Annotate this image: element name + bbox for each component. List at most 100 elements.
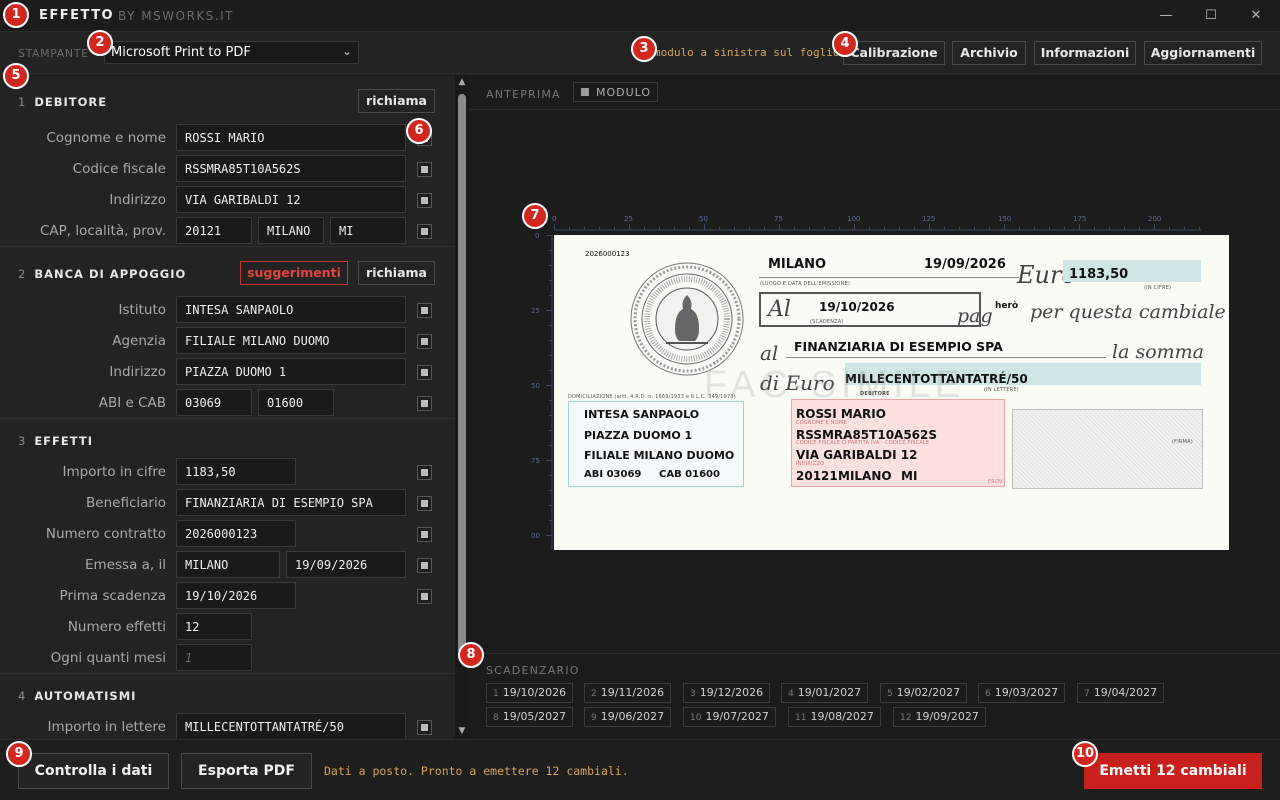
ruler-h-label: 25: [624, 215, 633, 223]
ogni-mesi-label: Ogni quanti mesi: [50, 650, 166, 666]
banca-indirizzo-field[interactable]: PIAZZA DUOMO 1: [176, 358, 406, 385]
indirizzo-field[interactable]: VIA GARIBALDI 12: [176, 186, 406, 213]
cap-localita-label: CAP, località, prov.: [39, 223, 166, 239]
printer-label: STAMPANTE: [18, 47, 89, 60]
modulo-position-info: modulo a sinistra sul foglio: [654, 46, 840, 59]
contratto-print-checkbox[interactable]: [417, 527, 432, 542]
provincia-field[interactable]: MI: [330, 217, 406, 244]
status-message: Dati a posto. Pronto a emettere 12 cambi…: [324, 764, 629, 778]
emessa-print-checkbox[interactable]: [417, 558, 432, 573]
form-scrollbar[interactable]: ▲ ▼: [455, 75, 469, 739]
importo-field[interactable]: 1183,50: [176, 458, 296, 485]
scadenza-chip[interactable]: 4 19/01/2027: [781, 683, 869, 703]
controlla-dati-button[interactable]: Controlla i dati: [18, 753, 169, 789]
emessa-data-field[interactable]: 19/09/2026: [286, 551, 406, 578]
app-byline: BY MSWORKS.IT: [118, 9, 235, 23]
contratto-field[interactable]: 2026000123: [176, 520, 296, 547]
minimize-button[interactable]: —: [1154, 4, 1178, 28]
emetti-cambiali-button[interactable]: Emetti 12 cambiali: [1084, 753, 1262, 789]
abi-field[interactable]: 03069: [176, 389, 252, 416]
cheque-debtor-cap: 20121: [796, 469, 838, 483]
cap-field[interactable]: 20121: [176, 217, 252, 244]
cambiale-preview: 2026000123 MILANO 19/09/2026 (LUOGO E DA…: [554, 235, 1229, 550]
lettere-print-checkbox[interactable]: [417, 720, 432, 735]
contratto-label: Numero contratto: [45, 526, 166, 542]
debitore-richiama-button[interactable]: richiama: [358, 89, 435, 113]
agenzia-label: Agenzia: [112, 333, 166, 349]
calibrazione-button[interactable]: Calibrazione: [843, 41, 945, 65]
callout-badge: 3: [631, 36, 657, 62]
scrollbar-thumb[interactable]: [458, 94, 466, 654]
archivio-button[interactable]: Archivio: [952, 41, 1026, 65]
al-beneficiario-script: al: [760, 341, 779, 365]
callout-badge: 8: [458, 642, 484, 668]
scadenza-chip[interactable]: 6 19/03/2027: [978, 683, 1066, 703]
domiciliazione-caption: DOMICILIAZIONE (artt. 4 R.D. n. 1669/193…: [568, 394, 736, 400]
pag-script: pag: [957, 305, 993, 327]
scadenza-chip[interactable]: 5 19/02/2027: [880, 683, 968, 703]
scadenza-chip[interactable]: 12 19/09/2027: [893, 707, 986, 727]
beneficiario-print-checkbox[interactable]: [417, 496, 432, 511]
istituto-label: Istituto: [118, 302, 166, 318]
ogni-mesi-field[interactable]: 1: [176, 644, 252, 671]
importo-lettere-label: Importo in lettere: [47, 719, 166, 735]
banca-indirizzo-label: Indirizzo: [109, 364, 166, 380]
scadenza-print-checkbox[interactable]: [417, 589, 432, 604]
scadenza-chip[interactable]: 3 19/12/2026: [683, 683, 771, 703]
cognome-label: Cognome e nome: [46, 130, 166, 146]
esporta-pdf-button[interactable]: Esporta PDF: [181, 753, 312, 789]
numero-effetti-field[interactable]: 12: [176, 613, 252, 640]
scroll-down-icon[interactable]: ▼: [455, 726, 469, 736]
scadenza-chip[interactable]: 9 19/06/2027: [584, 707, 672, 727]
importo-lettere-field[interactable]: MILLECENTOTTANTATRÉ/50: [176, 713, 406, 739]
luogo-data-caption: (LUOGO E DATA DELL'EMISSIONE): [760, 281, 851, 287]
cheque-bank-branch: FILIALE MILANO DUOMO: [584, 449, 735, 462]
scadenzario-divider: [469, 653, 1280, 654]
printer-select[interactable]: Microsoft Print to PDF ⌄: [104, 41, 359, 64]
aggiornamenti-button[interactable]: Aggiornamenti: [1144, 41, 1262, 65]
cap-print-checkbox[interactable]: [417, 224, 432, 239]
importo-print-checkbox[interactable]: [417, 465, 432, 480]
cheque-debtor-name: ROSSI MARIO: [796, 407, 886, 421]
cheque-due-date: 19/10/2026: [819, 300, 895, 314]
cheque-beneficiary: FINANZIARIA DI ESEMPIO SPA: [794, 339, 1003, 354]
istituto-print-checkbox[interactable]: [417, 303, 432, 318]
modulo-toggle[interactable]: MODULO: [573, 82, 659, 102]
seal-emblem-icon: [630, 262, 744, 376]
cf-print-checkbox[interactable]: [417, 162, 432, 177]
scroll-up-icon[interactable]: ▲: [455, 77, 469, 87]
agenzia-print-checkbox[interactable]: [417, 334, 432, 349]
banca-richiama-button[interactable]: richiama: [358, 261, 435, 285]
callout-badge: 4: [832, 31, 858, 57]
emessa-label: Emessa a, il: [85, 557, 166, 573]
maximize-button[interactable]: ☐: [1199, 4, 1223, 28]
agenzia-field[interactable]: FILIALE MILANO DUOMO: [176, 327, 406, 354]
banca-indirizzo-print-checkbox[interactable]: [417, 365, 432, 380]
debitore-caption: DEBITORE: [860, 391, 890, 397]
section-divider: [0, 246, 455, 247]
suggerimenti-button[interactable]: suggerimenti: [240, 261, 348, 285]
scadenza-chip[interactable]: 7 19/04/2027: [1077, 683, 1165, 703]
scadenza-chip[interactable]: 1 19/10/2026: [486, 683, 574, 703]
informazioni-button[interactable]: Informazioni: [1034, 41, 1136, 65]
numero-effetti-label: Numero effetti: [67, 619, 166, 635]
abi-cab-print-checkbox[interactable]: [417, 396, 432, 411]
scadenza-chip[interactable]: 10 19/07/2027: [683, 707, 776, 727]
codice-fiscale-field[interactable]: RSSMRA85T10A562S: [176, 155, 406, 182]
abi-cab-label: ABI e CAB: [98, 395, 166, 411]
localita-field[interactable]: MILANO: [258, 217, 324, 244]
cheque-bank-name: INTESA SANPAOLO: [584, 408, 700, 421]
cab-field[interactable]: 01600: [258, 389, 334, 416]
scadenza-chip[interactable]: 11 19/08/2027: [788, 707, 881, 727]
cognome-field[interactable]: ROSSI MARIO: [176, 124, 406, 151]
beneficiario-field[interactable]: FINANZIARIA DI ESEMPIO SPA: [176, 489, 406, 516]
indirizzo-print-checkbox[interactable]: [417, 193, 432, 208]
emessa-luogo-field[interactable]: MILANO: [176, 551, 280, 578]
cheque-contract-number: 2026000123: [585, 250, 630, 258]
beneficiario-label: Beneficiario: [86, 495, 166, 511]
scadenza-chip[interactable]: 8 19/05/2027: [486, 707, 574, 727]
istituto-field[interactable]: INTESA SANPAOLO: [176, 296, 406, 323]
scadenza-chip[interactable]: 2 19/11/2026: [584, 683, 672, 703]
prima-scadenza-field[interactable]: 19/10/2026: [176, 582, 296, 609]
close-button[interactable]: ✕: [1244, 4, 1268, 28]
